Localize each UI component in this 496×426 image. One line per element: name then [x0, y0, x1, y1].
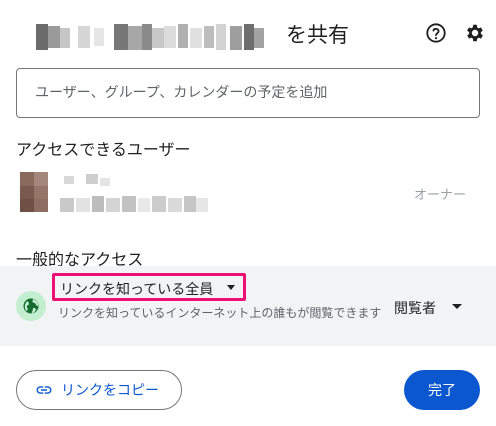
link-access-label: リンクを知っている全員 — [60, 282, 214, 298]
user-row-owner: オーナー — [20, 172, 476, 216]
people-with-access-heading: アクセスできるユーザー — [16, 140, 191, 159]
gear-icon[interactable] — [464, 22, 486, 44]
link-icon — [35, 381, 53, 399]
link-access-dropdown[interactable]: リンクを知っている全員 — [52, 273, 246, 301]
role-dropdown[interactable]: 閲覧者 — [392, 296, 470, 320]
dialog-header: を共有 — [18, 18, 488, 50]
help-circle-icon[interactable] — [425, 22, 447, 44]
dialog-title: を共有 — [286, 23, 349, 47]
add-people-input[interactable] — [16, 68, 480, 118]
link-access-description: リンクを知っているインターネット上の誰もが閲覧できます — [58, 306, 382, 320]
globe-icon — [16, 291, 46, 321]
done-label: 完了 — [428, 383, 456, 399]
chevron-down-icon — [452, 304, 462, 309]
owner-role-label: オーナー — [413, 188, 466, 203]
role-label: 閲覧者 — [394, 301, 436, 317]
chevron-down-icon — [227, 285, 235, 290]
done-button[interactable]: 完了 — [404, 370, 480, 410]
document-name-redacted — [18, 24, 268, 50]
copy-link-label: リンクをコピー — [61, 383, 159, 399]
copy-link-button[interactable]: リンクをコピー — [16, 370, 182, 410]
avatar — [20, 172, 48, 212]
